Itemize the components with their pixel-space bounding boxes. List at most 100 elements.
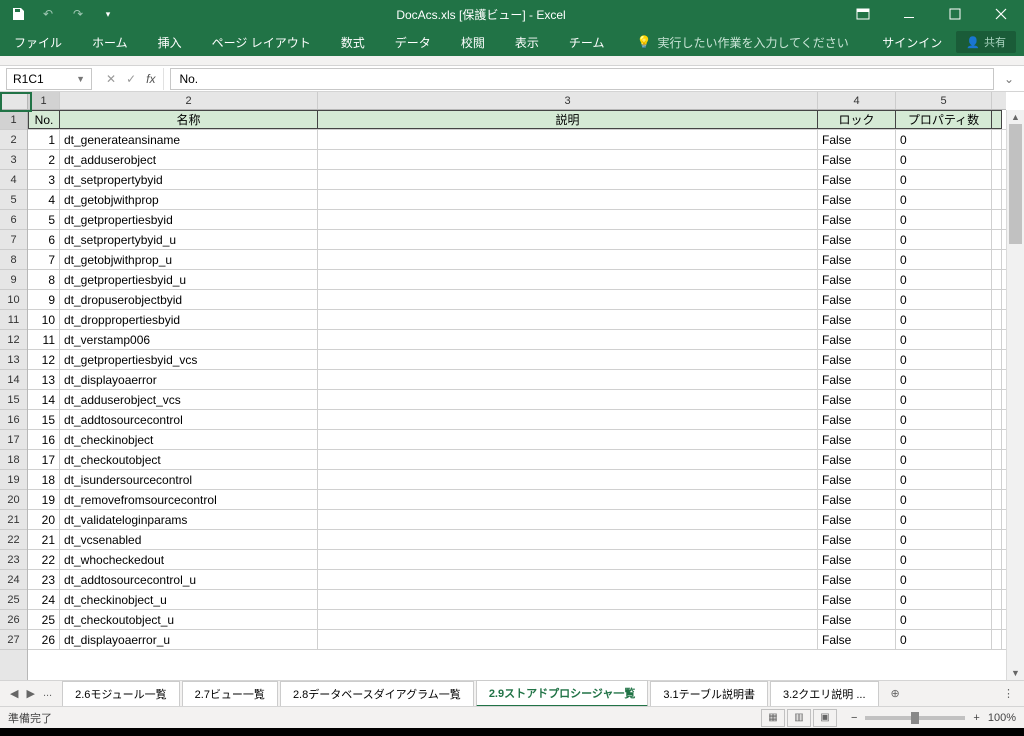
cell-no[interactable]: 24 <box>28 590 60 609</box>
tab-view[interactable]: 表示 <box>509 30 545 55</box>
cell-no[interactable]: 20 <box>28 510 60 529</box>
table-row[interactable]: 17dt_checkoutobjectFalse0 <box>28 450 1006 470</box>
cell-desc[interactable] <box>318 610 818 629</box>
cell-no[interactable]: 19 <box>28 490 60 509</box>
cell-prop[interactable]: 0 <box>896 570 992 589</box>
cell-lock[interactable]: False <box>818 430 896 449</box>
cell-extra[interactable] <box>992 290 1002 309</box>
cell-no[interactable]: 10 <box>28 310 60 329</box>
cell-prop[interactable]: 0 <box>896 230 992 249</box>
table-row[interactable]: 19dt_removefromsourcecontrolFalse0 <box>28 490 1006 510</box>
cell-lock[interactable]: False <box>818 330 896 349</box>
cell-no[interactable]: 9 <box>28 290 60 309</box>
cell-desc[interactable] <box>318 550 818 569</box>
cell-name[interactable]: dt_getpropertiesbyid <box>60 210 318 229</box>
cell-prop[interactable]: 0 <box>896 330 992 349</box>
cell-prop[interactable]: 0 <box>896 530 992 549</box>
table-row[interactable]: 1dt_generateansinameFalse0 <box>28 130 1006 150</box>
cell-desc[interactable] <box>318 490 818 509</box>
close-icon[interactable] <box>978 0 1024 28</box>
cell-desc[interactable] <box>318 270 818 289</box>
cell-name[interactable]: dt_validateloginparams <box>60 510 318 529</box>
cell-extra[interactable] <box>992 470 1002 489</box>
cell-lock[interactable]: False <box>818 150 896 169</box>
cell-name[interactable]: dt_droppropertiesbyid <box>60 310 318 329</box>
undo-icon[interactable]: ↶ <box>34 1 62 27</box>
table-row[interactable]: 9dt_dropuserobjectbyidFalse0 <box>28 290 1006 310</box>
row-header[interactable]: 27 <box>0 630 27 650</box>
row-header[interactable]: 20 <box>0 490 27 510</box>
cell-name[interactable]: dt_displayoaerror_u <box>60 630 318 649</box>
cell-name[interactable]: dt_getpropertiesbyid_u <box>60 270 318 289</box>
cell-prop[interactable]: 0 <box>896 190 992 209</box>
table-row[interactable]: 24dt_checkinobject_uFalse0 <box>28 590 1006 610</box>
table-row[interactable]: 3dt_setpropertybyidFalse0 <box>28 170 1006 190</box>
row-header[interactable]: 15 <box>0 390 27 410</box>
row-header[interactable]: 11 <box>0 310 27 330</box>
cell-lock[interactable]: False <box>818 550 896 569</box>
sheet-tab[interactable]: 3.1テーブル説明書 <box>650 681 768 706</box>
zoom-out-icon[interactable]: − <box>851 712 857 724</box>
table-row[interactable]: 16dt_checkinobjectFalse0 <box>28 430 1006 450</box>
cell-no[interactable]: 4 <box>28 190 60 209</box>
cell-lock[interactable]: False <box>818 310 896 329</box>
cancel-formula-icon[interactable]: ✕ <box>106 72 116 86</box>
cell-desc[interactable] <box>318 290 818 309</box>
cells-area[interactable]: No. 名称 説明 ロック プロパティ数 1dt_generateansinam… <box>28 110 1006 680</box>
cell-prop[interactable]: 0 <box>896 610 992 629</box>
formula-input[interactable]: No. <box>170 68 994 90</box>
cell-name[interactable]: dt_whocheckedout <box>60 550 318 569</box>
cell-desc[interactable] <box>318 470 818 489</box>
col-header-5[interactable]: 5 <box>896 92 992 109</box>
cell-prop[interactable]: 0 <box>896 150 992 169</box>
cell-name[interactable]: dt_getpropertiesbyid_vcs <box>60 350 318 369</box>
ribbon-options-icon[interactable] <box>840 0 886 28</box>
cell-desc[interactable] <box>318 170 818 189</box>
redo-icon[interactable]: ↷ <box>64 1 92 27</box>
cell-desc[interactable] <box>318 150 818 169</box>
cell-name[interactable]: dt_checkinobject_u <box>60 590 318 609</box>
row-headers[interactable]: 1234567891011121314151617181920212223242… <box>0 110 28 680</box>
row-header[interactable]: 17 <box>0 430 27 450</box>
name-box[interactable]: R1C1 ▼ <box>6 68 92 90</box>
cell-extra[interactable] <box>992 610 1002 629</box>
cell-name[interactable]: dt_adduserobject <box>60 150 318 169</box>
hdr-no[interactable]: No. <box>28 110 60 129</box>
cell-extra[interactable] <box>992 450 1002 469</box>
cell-lock[interactable]: False <box>818 230 896 249</box>
cell-extra[interactable] <box>992 510 1002 529</box>
row-header[interactable]: 3 <box>0 150 27 170</box>
cell-name[interactable]: dt_isundersourcecontrol <box>60 470 318 489</box>
col-header-2[interactable]: 2 <box>60 92 318 109</box>
cell-lock[interactable]: False <box>818 470 896 489</box>
row-header[interactable]: 2 <box>0 130 27 150</box>
scroll-up-icon[interactable]: ▲ <box>1007 110 1024 124</box>
cell-prop[interactable]: 0 <box>896 290 992 309</box>
save-icon[interactable] <box>4 1 32 27</box>
cell-no[interactable]: 25 <box>28 610 60 629</box>
cell-desc[interactable] <box>318 370 818 389</box>
cell-desc[interactable] <box>318 410 818 429</box>
row-header[interactable]: 18 <box>0 450 27 470</box>
cell-extra[interactable] <box>992 270 1002 289</box>
sheet-tab[interactable]: 2.6モジュール一覧 <box>62 681 180 706</box>
enter-formula-icon[interactable]: ✓ <box>126 72 136 86</box>
cell-extra[interactable] <box>992 230 1002 249</box>
table-row[interactable]: 10dt_droppropertiesbyidFalse0 <box>28 310 1006 330</box>
hdr-name[interactable]: 名称 <box>60 110 318 129</box>
sheet-tab[interactable]: 2.7ビュー一覧 <box>182 681 278 706</box>
cell-prop[interactable]: 0 <box>896 270 992 289</box>
cell-extra[interactable] <box>992 410 1002 429</box>
tab-home[interactable]: ホーム <box>86 30 134 55</box>
cell-lock[interactable]: False <box>818 450 896 469</box>
cell-no[interactable]: 2 <box>28 150 60 169</box>
row-header[interactable]: 16 <box>0 410 27 430</box>
cell-desc[interactable] <box>318 450 818 469</box>
table-row[interactable]: 4dt_getobjwithpropFalse0 <box>28 190 1006 210</box>
col-header-1[interactable]: 1 <box>28 92 60 109</box>
cell-prop[interactable]: 0 <box>896 590 992 609</box>
cell-name[interactable]: dt_dropuserobjectbyid <box>60 290 318 309</box>
cell-extra[interactable] <box>992 570 1002 589</box>
cell-no[interactable]: 23 <box>28 570 60 589</box>
row-header[interactable]: 13 <box>0 350 27 370</box>
